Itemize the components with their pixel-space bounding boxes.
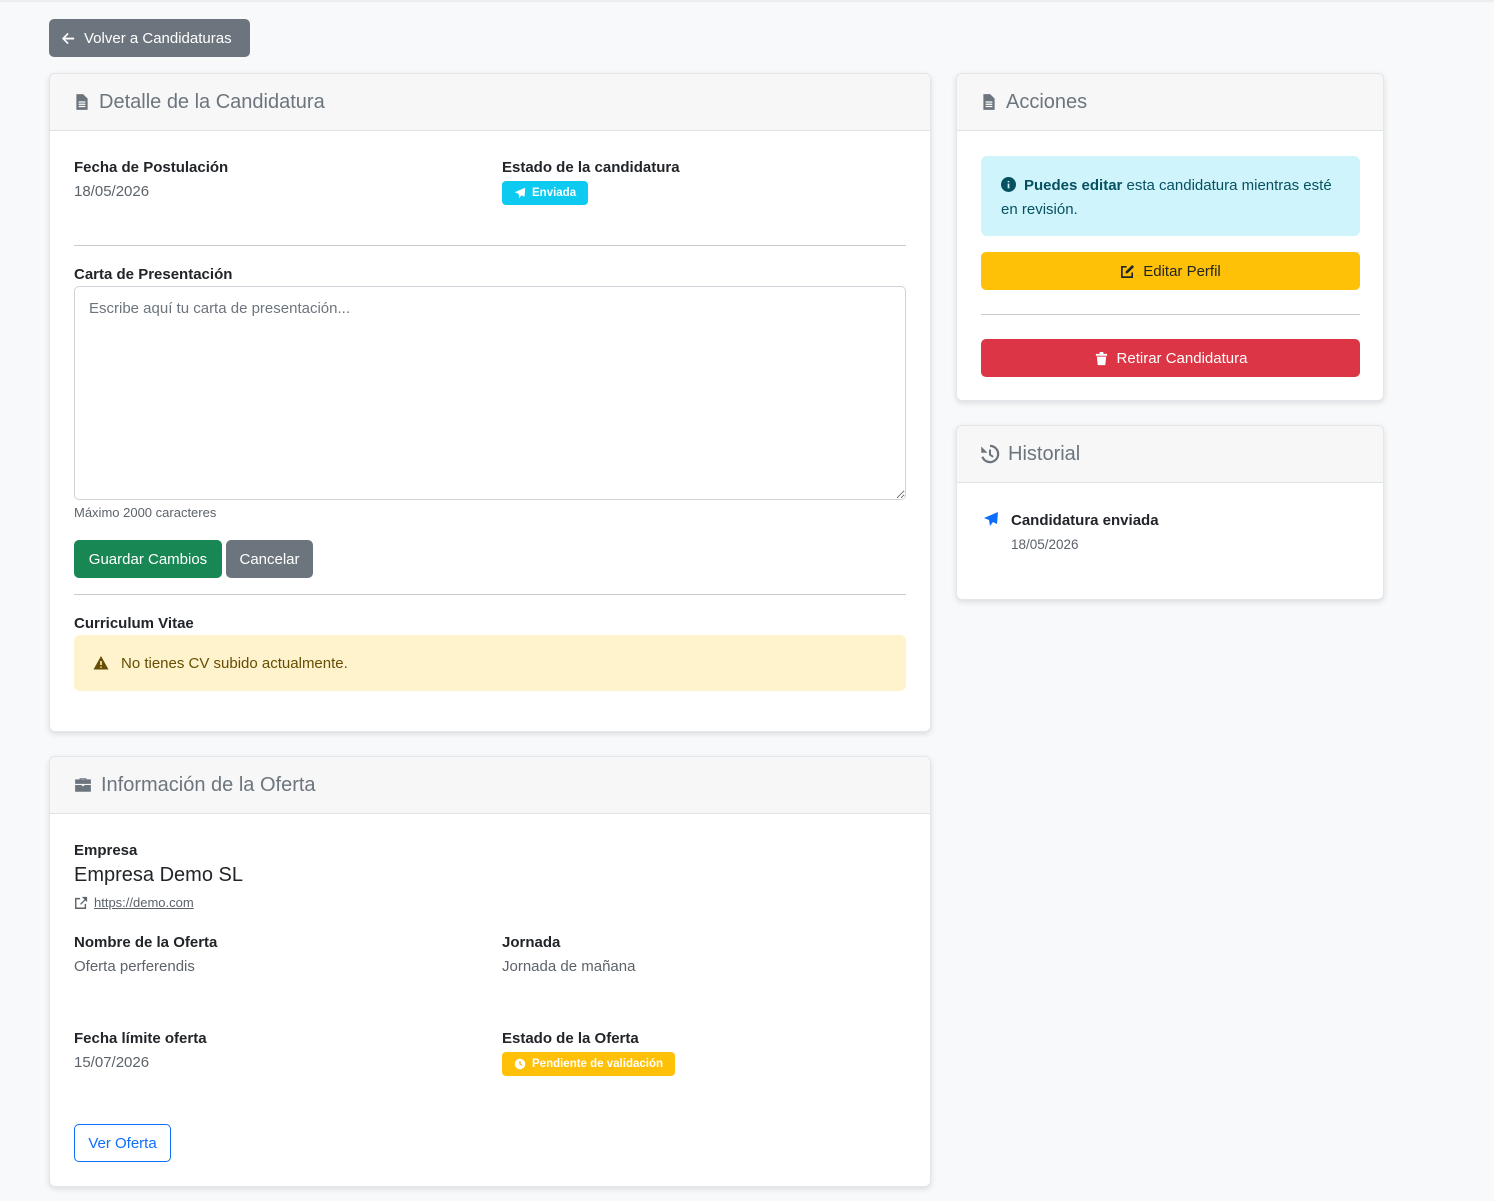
view-offer-button[interactable]: Ver Oferta bbox=[74, 1124, 171, 1162]
external-link-icon bbox=[75, 896, 88, 909]
application-date-label: Fecha de Postulación bbox=[74, 159, 229, 176]
offer-deadline-label: Fecha límite oferta bbox=[74, 1030, 207, 1047]
cover-letter-label: Carta de Presentación bbox=[74, 266, 233, 283]
warning-triangle-icon bbox=[93, 656, 109, 670]
edit-info-alert: Puedes editar esta candidatura mientras … bbox=[981, 156, 1360, 236]
cancel-button[interactable]: Cancelar bbox=[226, 540, 313, 578]
paper-plane-icon bbox=[514, 187, 526, 199]
back-button-label: Volver a Candidaturas bbox=[84, 29, 232, 47]
offer-name-label: Nombre de la Oferta bbox=[74, 934, 218, 951]
card-title: Historial bbox=[1008, 442, 1081, 465]
withdraw-application-label: Retirar Candidatura bbox=[1116, 349, 1248, 367]
history-card: Historial Candidatura enviada 18/05/2026 bbox=[956, 425, 1384, 600]
edit-icon bbox=[1121, 264, 1135, 278]
divider bbox=[981, 314, 1360, 315]
arrow-left-icon bbox=[61, 32, 75, 44]
card-title: Detalle de la Candidatura bbox=[99, 90, 325, 113]
card-header: Acciones bbox=[957, 74, 1383, 131]
card-title: Información de la Oferta bbox=[101, 773, 316, 796]
file-icon bbox=[983, 94, 995, 110]
offer-name-value: Oferta perferendis bbox=[74, 958, 195, 975]
info-circle-icon bbox=[1001, 177, 1016, 192]
offer-status-label: Estado de la Oferta bbox=[502, 1030, 639, 1047]
withdraw-application-button[interactable]: Retirar Candidatura bbox=[981, 339, 1360, 377]
cv-label: Curriculum Vitae bbox=[74, 615, 194, 632]
history-item-label: Candidatura enviada bbox=[1011, 512, 1159, 529]
edit-profile-label: Editar Perfil bbox=[1143, 262, 1221, 280]
no-cv-alert: No tienes CV subido actualmente. bbox=[74, 635, 906, 691]
card-title: Acciones bbox=[1006, 90, 1088, 113]
history-item-date: 18/05/2026 bbox=[1011, 537, 1079, 552]
schedule-label: Jornada bbox=[502, 934, 561, 951]
save-changes-button[interactable]: Guardar Cambios bbox=[74, 540, 222, 578]
divider bbox=[74, 245, 906, 246]
status-badge-label: Enviada bbox=[532, 187, 577, 199]
file-icon bbox=[76, 94, 88, 110]
top-border bbox=[0, 0, 1494, 2]
application-detail-card: Detalle de la Candidatura Fecha de Postu… bbox=[49, 73, 931, 732]
status-badge: Enviada bbox=[502, 181, 589, 205]
paper-plane-icon bbox=[984, 512, 998, 526]
company-label: Empresa bbox=[74, 842, 138, 859]
company-name: Empresa Demo SL bbox=[74, 864, 243, 886]
card-header: Historial bbox=[957, 426, 1383, 483]
offer-status-badge-label: Pendiente de validación bbox=[532, 1058, 664, 1070]
schedule-value: Jornada de mañana bbox=[502, 958, 636, 975]
application-status-label: Estado de la candidatura bbox=[502, 159, 680, 176]
company-website-url: https://demo.com bbox=[94, 895, 194, 910]
card-header: Detalle de la Candidatura bbox=[50, 74, 930, 131]
briefcase-icon bbox=[75, 778, 91, 792]
history-icon bbox=[981, 444, 1000, 464]
offer-deadline-value: 15/07/2026 bbox=[74, 1054, 150, 1071]
actions-card: Acciones Puedes editar esta candidatura … bbox=[956, 73, 1384, 401]
edit-info-bold: Puedes editar bbox=[1024, 177, 1123, 194]
offer-info-card: Información de la Oferta Empresa Empresa… bbox=[49, 756, 931, 1187]
card-header: Información de la Oferta bbox=[50, 757, 930, 814]
offer-status-badge: Pendiente de validación bbox=[502, 1052, 676, 1076]
cover-letter-textarea[interactable] bbox=[74, 286, 906, 500]
cover-letter-help: Máximo 2000 caracteres bbox=[74, 505, 217, 520]
company-website-link[interactable]: https://demo.com bbox=[74, 895, 194, 910]
no-cv-alert-text: No tienes CV subido actualmente. bbox=[121, 654, 348, 672]
back-to-applications-button[interactable]: Volver a Candidaturas bbox=[49, 19, 250, 57]
edit-profile-button[interactable]: Editar Perfil bbox=[981, 252, 1360, 290]
trash-icon bbox=[1095, 351, 1107, 365]
application-date-value: 18/05/2026 bbox=[74, 183, 150, 200]
clock-icon bbox=[514, 1058, 526, 1070]
divider bbox=[74, 594, 906, 595]
